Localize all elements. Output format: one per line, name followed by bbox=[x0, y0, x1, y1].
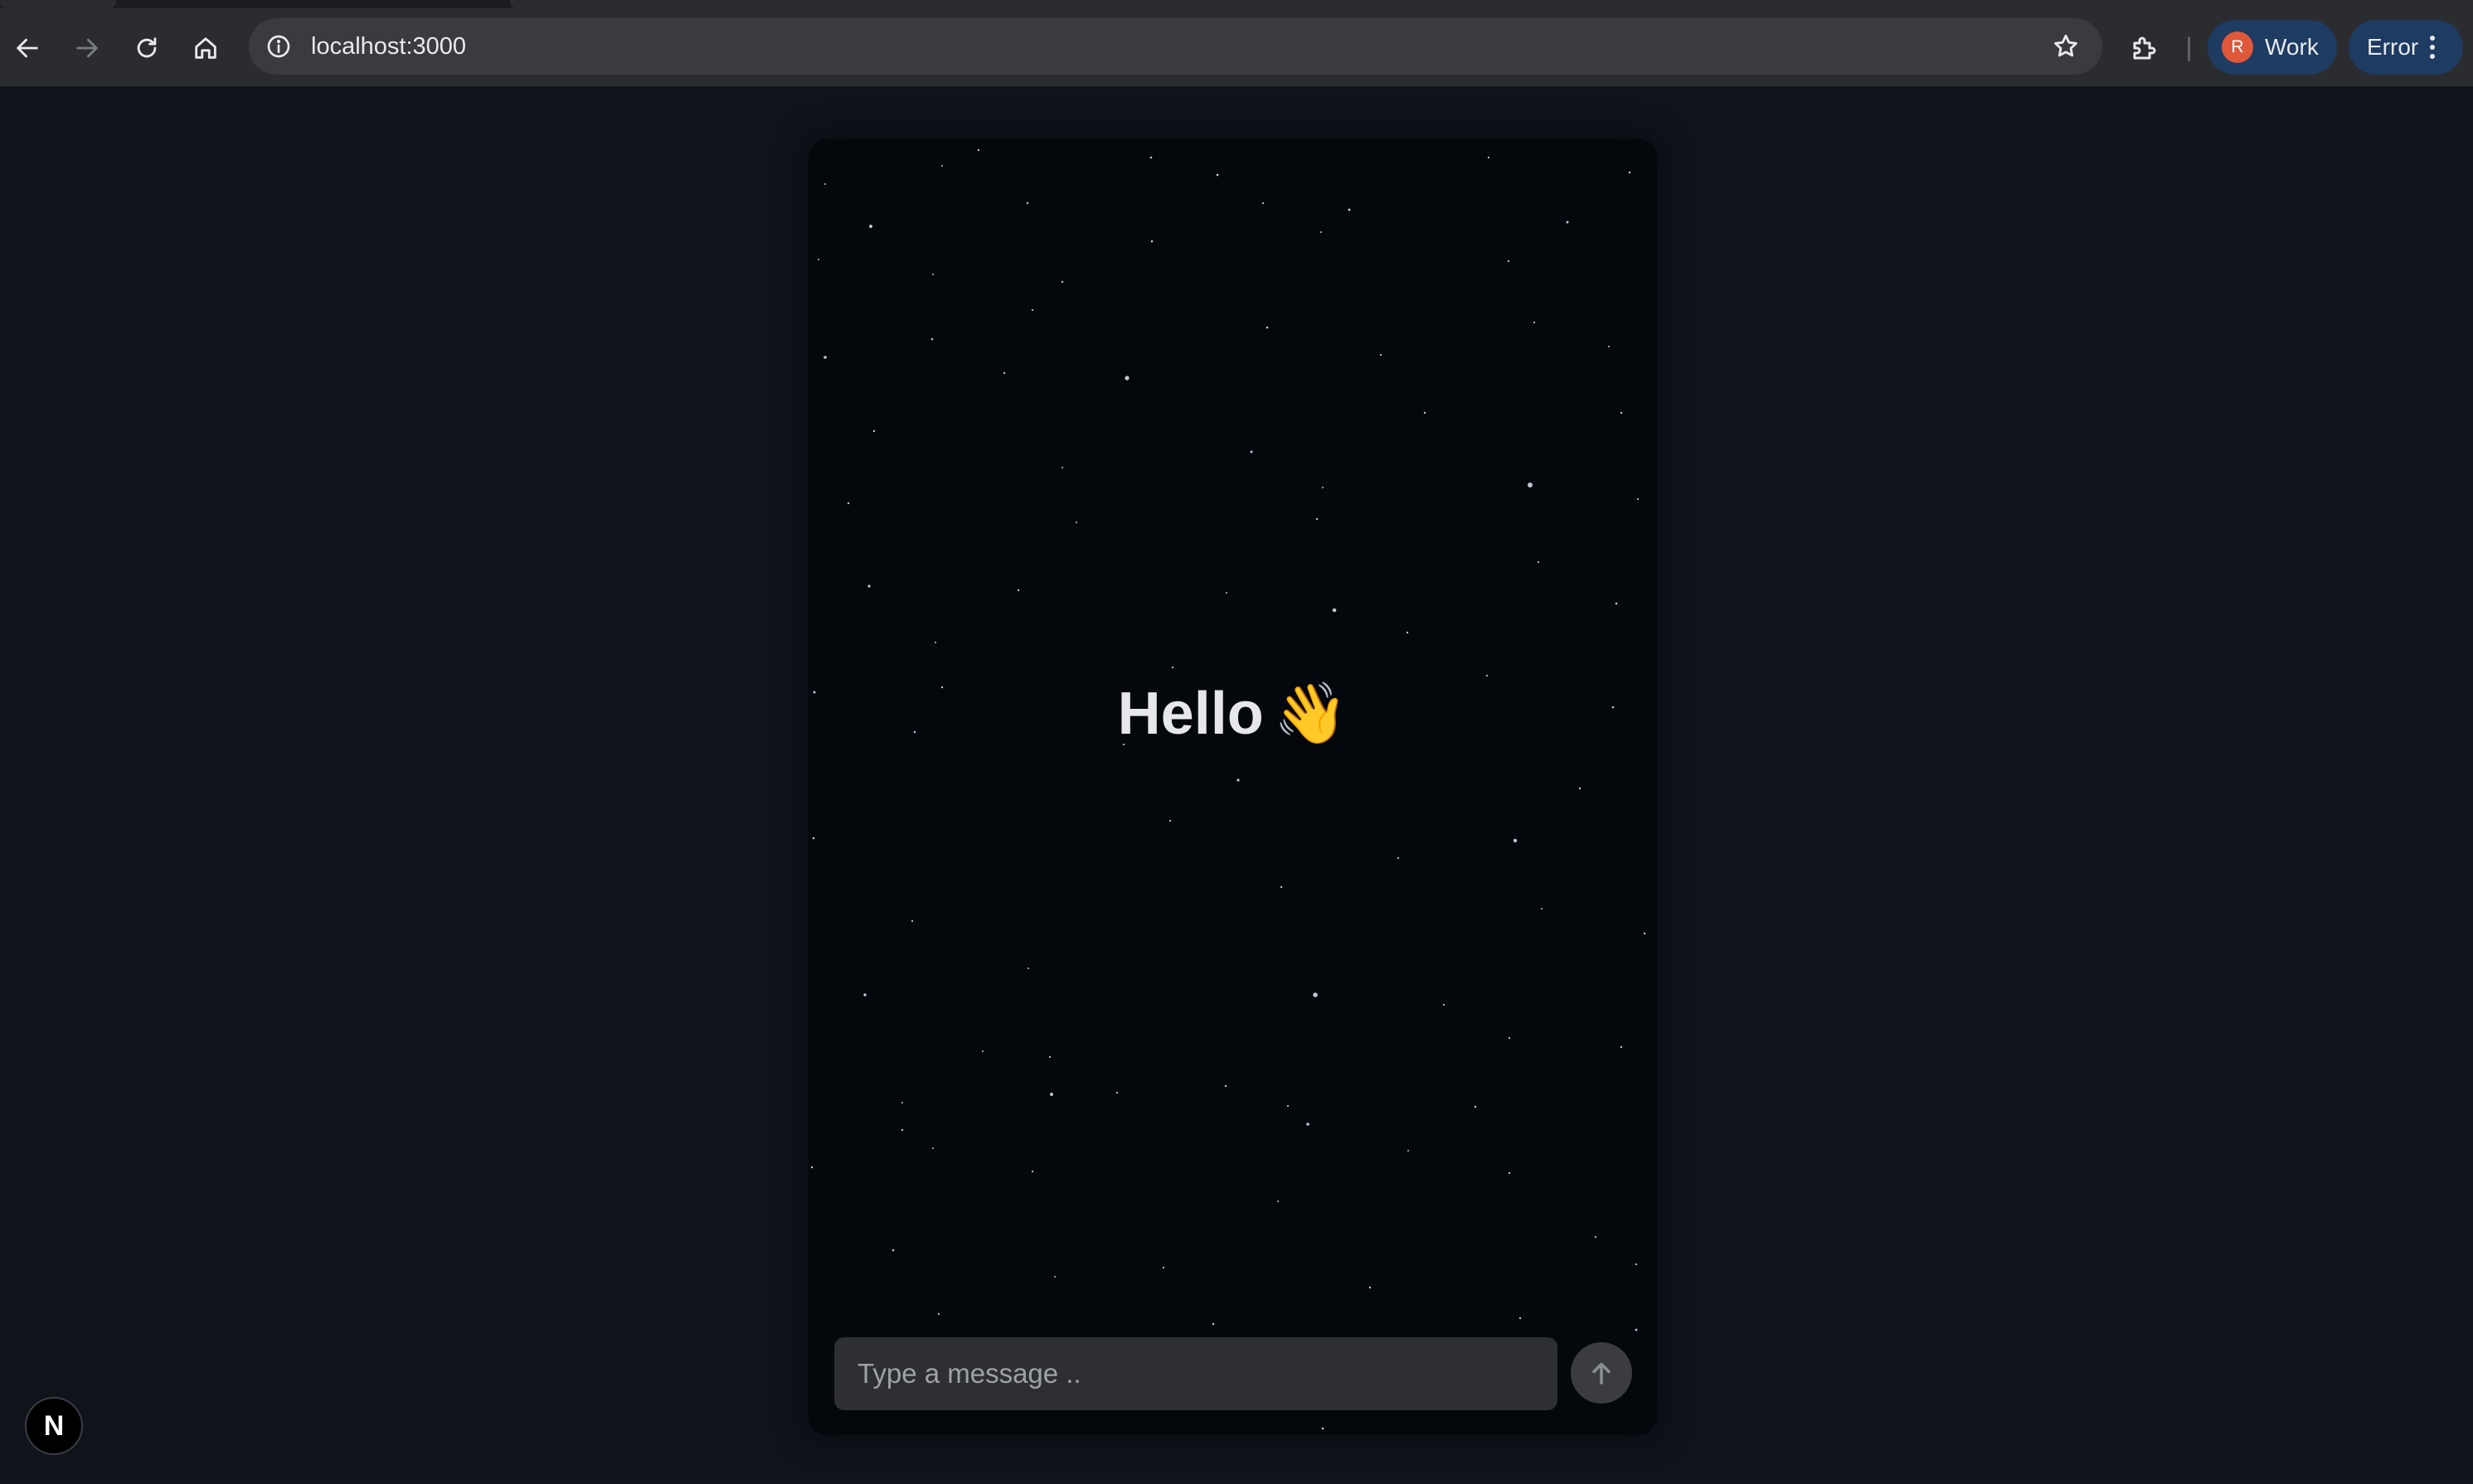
arrow-right-icon bbox=[76, 38, 98, 58]
greeting-text: Hello bbox=[1117, 681, 1264, 747]
devtools-letter: N bbox=[43, 1409, 65, 1442]
extensions-button[interactable] bbox=[2123, 27, 2166, 70]
greeting-heading: Hello 👋 bbox=[809, 678, 1657, 749]
nextjs-devtools-button[interactable]: N bbox=[25, 1397, 83, 1455]
error-label: Error bbox=[2367, 34, 2419, 60]
profile-label: Work bbox=[2265, 34, 2319, 60]
address-bar[interactable]: localhost:3000 bbox=[249, 18, 2102, 75]
page-viewport: Hello👋 N bbox=[0, 87, 2473, 1484]
active-tab[interactable] bbox=[510, 0, 2473, 8]
toolbar-divider bbox=[2188, 36, 2190, 61]
chat-card: Hello 👋 bbox=[809, 139, 1657, 1435]
forward-button[interactable] bbox=[64, 25, 110, 71]
kebab-menu-icon bbox=[2430, 36, 2436, 59]
back-button[interactable] bbox=[4, 25, 51, 71]
site-info-button[interactable] bbox=[262, 30, 295, 63]
reload-icon bbox=[137, 37, 157, 58]
url-text[interactable]: localhost:3000 bbox=[311, 18, 466, 75]
star-icon bbox=[2054, 34, 2077, 57]
puzzle-icon bbox=[2133, 36, 2156, 60]
tab-strip bbox=[0, 0, 2473, 8]
message-input[interactable] bbox=[834, 1337, 1557, 1410]
arrow-left-icon bbox=[17, 38, 38, 58]
arrow-up-icon bbox=[1592, 1362, 1611, 1385]
send-button[interactable] bbox=[1571, 1342, 1632, 1404]
waving-hand-icon: 👋 bbox=[1273, 681, 1348, 747]
bookmark-button[interactable] bbox=[2049, 30, 2082, 63]
browser-menu-button[interactable]: Error bbox=[2349, 20, 2463, 75]
home-button[interactable] bbox=[182, 25, 229, 71]
home-icon bbox=[195, 37, 216, 59]
info-icon bbox=[267, 35, 290, 58]
avatar: R bbox=[2222, 32, 2253, 63]
profile-button[interactable]: R Work bbox=[2208, 20, 2337, 75]
starfield-background bbox=[810, 148, 1646, 1430]
browser-toolbar: localhost:3000 R Work Error bbox=[0, 8, 2473, 87]
inactive-tab[interactable] bbox=[0, 0, 116, 8]
reload-button[interactable] bbox=[124, 25, 170, 71]
